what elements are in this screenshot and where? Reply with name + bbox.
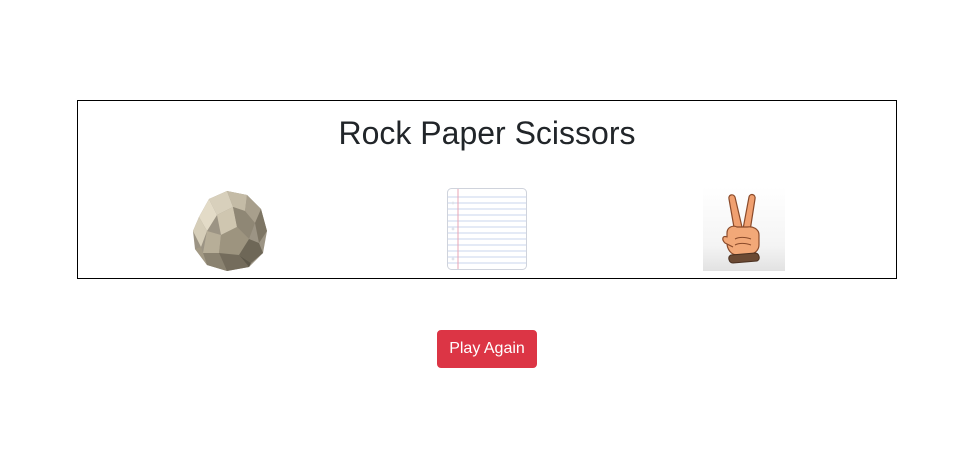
game-panel: Rock Paper Scissors <box>77 100 897 279</box>
game-title: Rock Paper Scissors <box>338 115 636 151</box>
paper-icon <box>447 188 527 270</box>
rock-icon <box>193 191 267 271</box>
rock-choice[interactable] <box>189 187 271 271</box>
paper-choice[interactable] <box>446 187 528 271</box>
play-again-button[interactable]: Play Again <box>437 330 537 368</box>
scissors-choice[interactable] <box>703 187 785 271</box>
scissors-hand-icon <box>703 187 785 271</box>
